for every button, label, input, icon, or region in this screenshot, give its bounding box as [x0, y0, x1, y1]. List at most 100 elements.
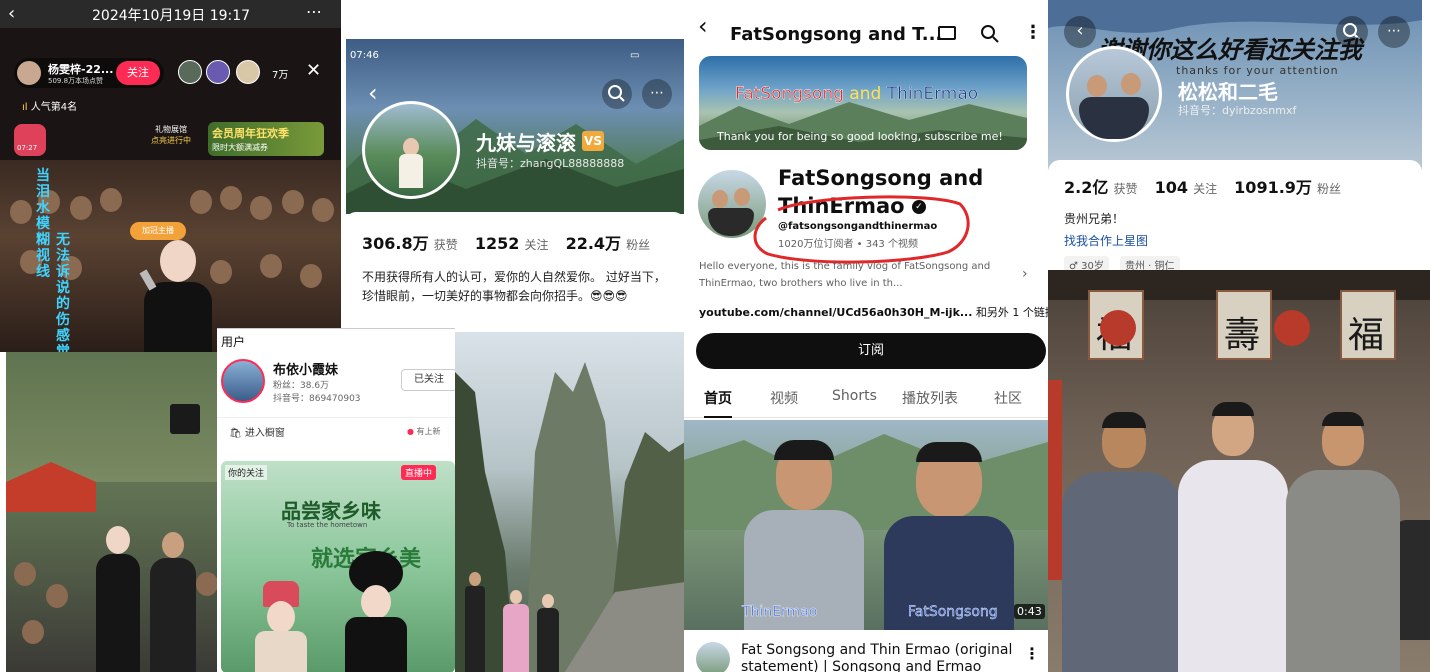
- popularity-rank[interactable]: ıl 人气第4名: [22, 98, 77, 113]
- followed-button[interactable]: 已关注: [401, 369, 455, 391]
- back-icon[interactable]: ‹: [1064, 16, 1096, 48]
- event-time: 07:27: [17, 144, 38, 152]
- house-group-photo: 福 壽 福: [1048, 270, 1430, 672]
- channel-title: FatSongsong and T...: [730, 24, 943, 45]
- channel-description[interactable]: Hello everyone, this is the family vlog …: [699, 258, 1019, 292]
- search-icon[interactable]: [602, 79, 632, 109]
- douyin-profile-2-screenshot: ‹ ⋯ 谢谢你这么好看还关注我 thanks for your attentio…: [1048, 0, 1422, 270]
- fans-count[interactable]: 22.4万: [566, 234, 621, 253]
- tab-community[interactable]: 社区: [994, 388, 1022, 408]
- close-icon[interactable]: ✕: [306, 60, 321, 81]
- fans-label[interactable]: 粉丝: [1317, 182, 1341, 196]
- more-links[interactable]: 和另外 1 个链接: [976, 306, 1048, 319]
- following-label[interactable]: 关注: [524, 238, 548, 252]
- more-icon[interactable]: ⋯: [306, 2, 323, 21]
- following-count[interactable]: 104: [1155, 178, 1188, 197]
- live-tag: 直播中: [401, 465, 437, 480]
- livestream-screenshot: ‹ 2024年10月19日 19:17 ⋯ 杨雯梓-22... 509.8万本场…: [0, 0, 341, 352]
- presenter-left: [251, 581, 311, 672]
- thumb-subtitle: To taste the hometown: [287, 521, 368, 529]
- location-tag: 贵州 · 铜仁: [1120, 256, 1180, 270]
- youtube-channel-screenshot: ‹ FatSongsong and T... ⋮ FatSongsong and…: [684, 0, 1048, 672]
- fans-count[interactable]: 1091.9万: [1234, 178, 1312, 197]
- channel-links[interactable]: youtube.com/channel/UCd56a0h30H_M-ijk...…: [699, 304, 1048, 320]
- search-icon[interactable]: [980, 24, 1000, 44]
- top-status-bar: ‹ 2024年10月19日 19:17 ⋯: [0, 0, 341, 28]
- promo-sub: 限时大额满减券: [212, 143, 268, 152]
- video-channel-avatar[interactable]: [696, 642, 730, 672]
- chevron-right-icon[interactable]: ›: [1022, 266, 1028, 282]
- profile-avatar[interactable]: [362, 101, 460, 199]
- cast-icon[interactable]: [938, 26, 956, 40]
- video-label-right: FatSongsong: [908, 604, 998, 620]
- person-figure: [537, 594, 559, 672]
- featured-video[interactable]: ThinErmao FatSongsong 0:43: [684, 420, 1048, 630]
- viewer-count: 7万: [272, 70, 289, 81]
- profile-name: 九妹与滚滚: [476, 131, 576, 155]
- live-thumbnail[interactable]: 你的关注 直播中 品尝家乡味 To taste the hometown 就选家…: [221, 461, 455, 672]
- fans-label[interactable]: 粉丝: [626, 238, 650, 252]
- section-label: 用户: [221, 335, 246, 349]
- lyric-vertical-1: 当泪水模糊视线: [36, 168, 50, 280]
- new-item-label: 有上新: [416, 427, 441, 436]
- douyin-profile-screenshot: 07:46 ▭ ‹ ⋯ 九妹与滚滚 VS 抖音号：zhangQL88888888…: [346, 39, 684, 328]
- man-right: [1286, 412, 1400, 672]
- sign-right-text: 福: [1348, 315, 1385, 356]
- more-icon[interactable]: ⋯: [642, 79, 672, 109]
- subscribe-button[interactable]: 订阅: [696, 333, 1046, 369]
- channel-tabs: 首页 视频 Shorts 播放列表 社区: [684, 382, 1048, 418]
- man-left: [1062, 412, 1182, 672]
- user-search-card: 用户 布依小霞妹 粉丝：38.6万 抖音号：869470903 已关注 🛍 进入…: [217, 328, 455, 672]
- profile-stats: 306.8万 获赞 1252 关注 22.4万 粉丝: [362, 230, 650, 254]
- new-item-tag[interactable]: ● 有上新: [407, 426, 441, 437]
- back-icon[interactable]: ‹: [368, 79, 378, 107]
- presenter-right: [341, 551, 411, 672]
- red-dot-icon: ●: [407, 427, 417, 436]
- collage: ‹ 2024年10月19日 19:17 ⋯ 杨雯梓-22... 509.8万本场…: [0, 0, 1430, 672]
- tab-home[interactable]: 首页: [704, 388, 732, 418]
- tab-videos[interactable]: 视频: [770, 388, 798, 408]
- cooperation-link[interactable]: 找我合作上星图: [1064, 232, 1148, 249]
- back-icon[interactable]: ‹: [8, 3, 15, 24]
- video-title-line1: Fat Songsong and Thin Ermao (original: [741, 642, 1013, 658]
- red-annotation-ellipse: [753, 195, 970, 264]
- banner-and: and: [849, 84, 882, 104]
- back-icon[interactable]: ‹: [698, 12, 708, 40]
- event-badge-icon[interactable]: 07:27: [14, 124, 46, 156]
- profile-avatar[interactable]: [1066, 46, 1162, 142]
- viewer-avatar[interactable]: [206, 60, 230, 84]
- user-name[interactable]: 布依小霞妹: [273, 359, 338, 378]
- following-tag: 你的关注: [225, 465, 268, 480]
- gift-hall[interactable]: 礼物展馆 点亮进行中: [140, 124, 202, 156]
- channel-link[interactable]: youtube.com/channel/UCd56a0h30H_M-ijk...: [699, 306, 972, 319]
- age-tag: ♂ 30岁: [1064, 256, 1109, 270]
- more-vert-icon[interactable]: ⋮: [1024, 22, 1042, 43]
- banner-subtitle: Thank you for being so good looking, sub…: [717, 130, 1003, 143]
- profile-sheet: 306.8万 获赞 1252 关注 22.4万 粉丝 不用获得所有人的认可，爱你…: [346, 212, 684, 328]
- yt-top-bar: ‹ FatSongsong and T... ⋮: [684, 0, 1048, 56]
- profile-stats: 2.2亿 获赞 104 关注 1091.9万 粉丝: [1064, 174, 1341, 198]
- video-more-icon[interactable]: ⋮: [1024, 644, 1040, 663]
- host-name: 杨雯梓-22...: [48, 63, 114, 76]
- tab-shorts[interactable]: Shorts: [832, 388, 877, 404]
- banner-name-1: FatSongsong: [735, 84, 844, 104]
- promo-title: 会员周年狂欢季: [212, 127, 289, 140]
- following-count[interactable]: 1252: [475, 234, 520, 253]
- more-icon[interactable]: ⋯: [1378, 16, 1410, 48]
- tab-playlists[interactable]: 播放列表: [902, 388, 958, 408]
- video-title[interactable]: Fat Songsong and Thin Ermao (original st…: [741, 642, 1021, 672]
- host-pill[interactable]: 杨雯梓-22... 509.8万本场点赞 关注: [14, 58, 164, 88]
- following-label[interactable]: 关注: [1193, 182, 1217, 196]
- douyin-id: 抖音号：zhangQL88888888: [476, 157, 625, 170]
- shop-link[interactable]: 🛍 进入橱窗: [229, 424, 285, 439]
- gift-hall-title: 礼物展馆: [155, 125, 187, 134]
- viewer-avatar[interactable]: [236, 60, 260, 84]
- follow-button[interactable]: 关注: [116, 61, 160, 85]
- user-avatar[interactable]: [221, 359, 265, 403]
- video-duration: 0:43: [1014, 604, 1045, 619]
- chart-icon: ıl: [22, 102, 31, 113]
- man-left: [744, 440, 864, 630]
- verified-badge: VS: [582, 131, 604, 151]
- promo-banner[interactable]: 会员周年狂欢季 限时大额满减券: [208, 122, 324, 156]
- viewer-avatar[interactable]: [178, 60, 202, 84]
